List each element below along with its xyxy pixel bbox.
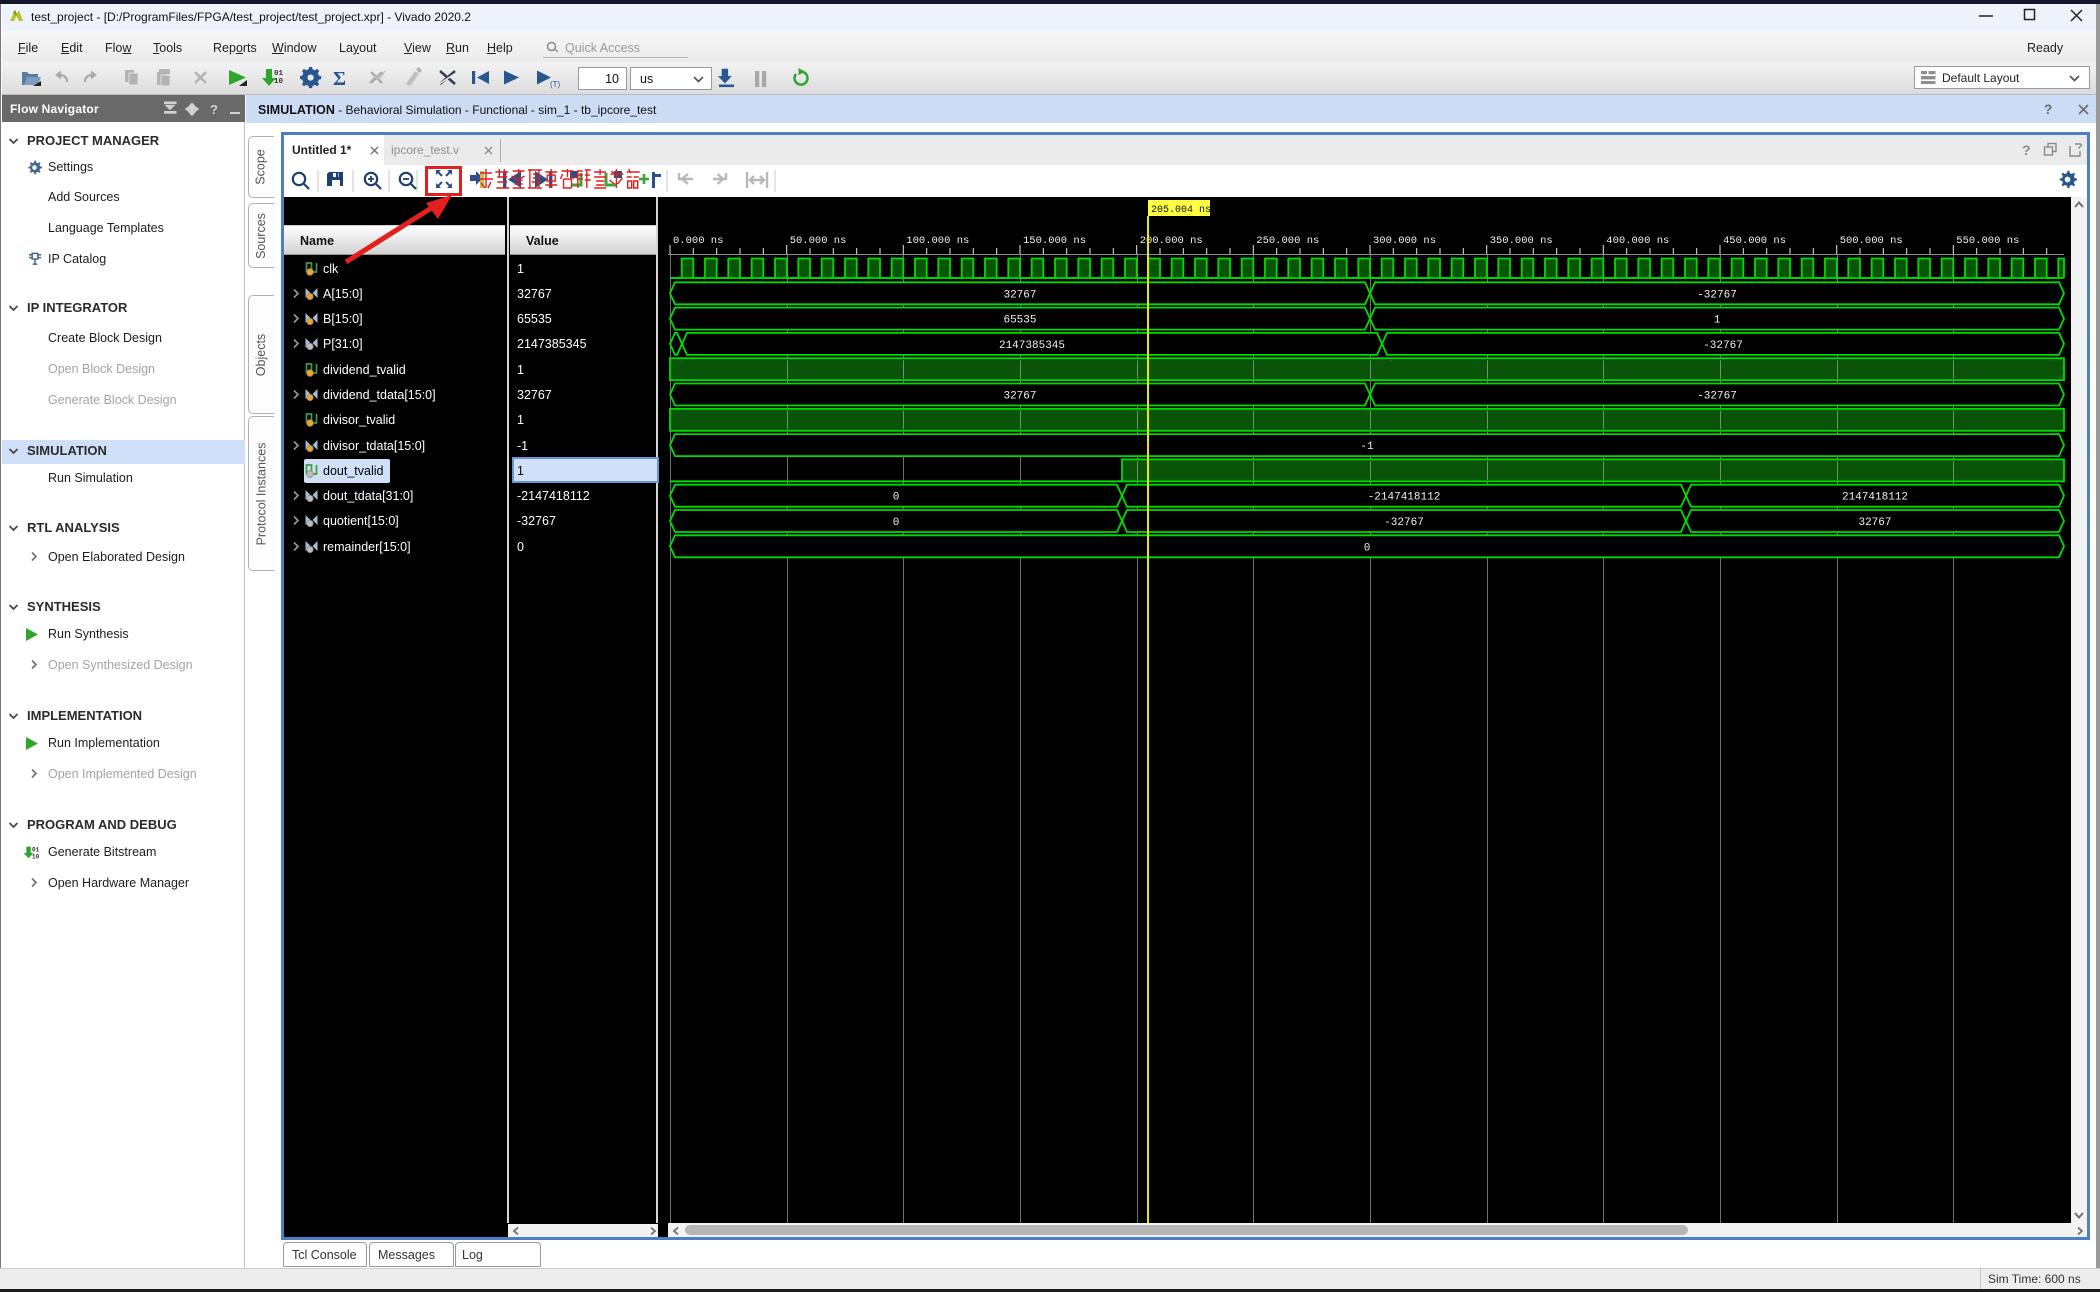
svg-text:-32767: -32767 xyxy=(1697,391,1737,403)
svg-text:1: 1 xyxy=(1714,315,1721,327)
svg-text:150.000 ns: 150.000 ns xyxy=(1023,235,1086,247)
svg-text:2147418112: 2147418112 xyxy=(1842,492,1908,504)
svg-text:(T): (T) xyxy=(550,80,561,89)
svg-text:550.000 ns: 550.000 ns xyxy=(1956,235,2019,247)
svg-text:0: 0 xyxy=(893,492,900,504)
svg-text:100.000 ns: 100.000 ns xyxy=(906,235,969,247)
svg-text:0: 0 xyxy=(1364,542,1371,554)
svg-text:32767: 32767 xyxy=(1003,289,1036,301)
svg-text:32767: 32767 xyxy=(1858,517,1891,529)
svg-text:Σ: Σ xyxy=(333,68,346,90)
svg-text:10: 10 xyxy=(274,78,284,86)
svg-text:01: 01 xyxy=(32,847,40,854)
svg-text:200.000 ns: 200.000 ns xyxy=(1140,235,1203,247)
svg-text:300.000 ns: 300.000 ns xyxy=(1373,235,1436,247)
svg-text:0: 0 xyxy=(893,517,900,529)
svg-text:-2147418112: -2147418112 xyxy=(1368,492,1441,504)
svg-text:-1: -1 xyxy=(1360,441,1374,453)
svg-text:400.000 ns: 400.000 ns xyxy=(1606,235,1669,247)
svg-text:350.000 ns: 350.000 ns xyxy=(1490,235,1553,247)
svg-text:205.004 ns: 205.004 ns xyxy=(1151,205,1211,216)
svg-text:250.000 ns: 250.000 ns xyxy=(1256,235,1319,247)
svg-text:10: 10 xyxy=(32,854,40,861)
svg-text:500.000 ns: 500.000 ns xyxy=(1840,235,1903,247)
svg-text:?: ? xyxy=(2044,102,2052,117)
svg-text:0.000 ns: 0.000 ns xyxy=(673,235,723,247)
svg-text:01: 01 xyxy=(274,70,284,78)
svg-text:-32767: -32767 xyxy=(1697,289,1737,301)
svg-text:-32767: -32767 xyxy=(1703,340,1743,352)
svg-text:65535: 65535 xyxy=(1003,315,1036,327)
svg-text:2147385345: 2147385345 xyxy=(999,340,1065,352)
svg-text:32767: 32767 xyxy=(1003,391,1036,403)
svg-text:450.000 ns: 450.000 ns xyxy=(1723,235,1786,247)
svg-text:?: ? xyxy=(2022,142,2031,158)
svg-text:?: ? xyxy=(210,102,218,117)
svg-text:-32767: -32767 xyxy=(1384,517,1424,529)
svg-text:50.000 ns: 50.000 ns xyxy=(790,235,847,247)
